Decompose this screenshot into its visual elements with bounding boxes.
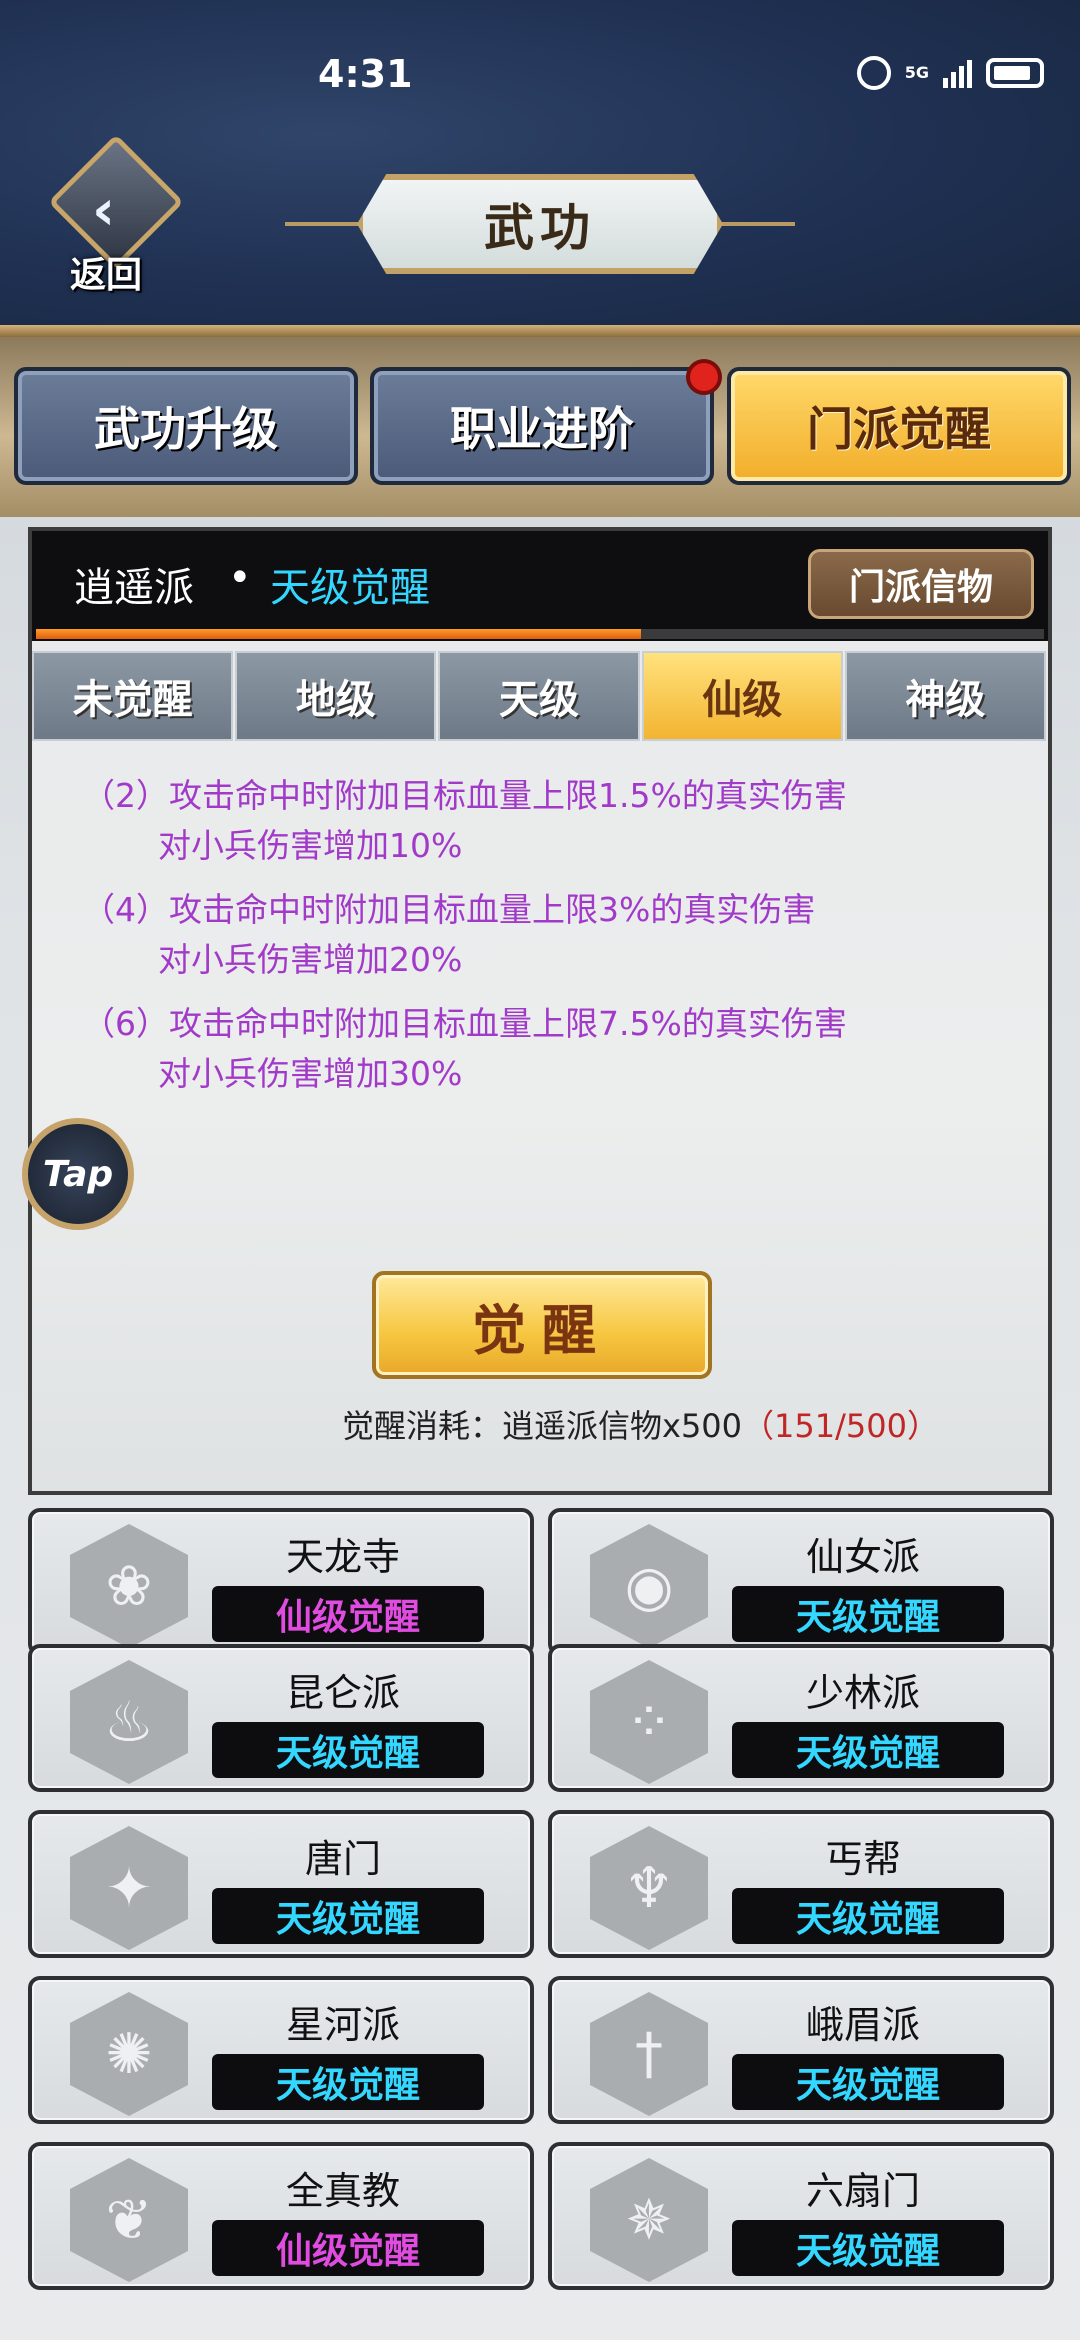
sect-awaken-level: 仙级觉醒 — [212, 2220, 484, 2276]
main-tabs: 武功升级 职业进阶 门派觉醒 — [0, 337, 1080, 517]
effect-sub: 对小兵伤害增加20% — [158, 940, 463, 979]
sect-awaken-level: 天级觉醒 — [212, 1722, 484, 1778]
awaken-button[interactable]: 觉醒 — [372, 1271, 712, 1379]
lotus-flame-icon: ❀ — [70, 1524, 188, 1648]
effect-sub: 对小兵伤害增加10% — [158, 826, 463, 865]
sect-awaken-level: 天级觉醒 — [212, 2054, 484, 2110]
sect-card[interactable]: ✺ 星河派 天级觉醒 — [28, 1976, 534, 2124]
tab-immortal-level[interactable]: 仙级 — [641, 651, 843, 741]
sect-awaken-level: 天级觉醒 — [732, 1888, 1004, 1944]
tab-label: 门派觉醒 — [807, 402, 991, 456]
tab-divine-level[interactable]: 神级 — [844, 651, 1047, 741]
cost-label: 觉醒消耗：逍遥派信物x500 — [342, 1407, 743, 1445]
sun-icon: ✺ — [70, 1992, 188, 2116]
relic-label: 门派信物 — [848, 566, 993, 608]
title-plate: 武功 — [357, 174, 723, 274]
effect-item: （6）攻击命中时附加目标血量上限7.5%的真实伤害 对小兵伤害增加30% — [82, 999, 1022, 1099]
current-sect: 逍遥派 — [74, 565, 194, 611]
tab-unawakened[interactable]: 未觉醒 — [32, 651, 234, 741]
effect-list: （2）攻击命中时附加目标血量上限1.5%的真实伤害 对小兵伤害增加10% （4）… — [82, 771, 1022, 1113]
tap-float-button[interactable]: Tap — [22, 1118, 134, 1230]
effect-item: （2）攻击命中时附加目标血量上限1.5%的真实伤害 对小兵伤害增加10% — [82, 771, 1022, 871]
current-awaken-level: 天级觉醒 — [270, 565, 430, 611]
level-tabs: 未觉醒 地级 天级 仙级 神级 — [32, 651, 1048, 741]
panel-header: 逍遥派 • 天级觉醒 门派信物 — [32, 531, 1048, 641]
prayer-beads-icon: ⁘ — [590, 1660, 708, 1784]
sect-name: 仙女派 — [805, 1535, 920, 1579]
notification-dot — [686, 359, 722, 395]
sect-name: 全真教 — [285, 2169, 400, 2213]
sect-awaken-level: 天级觉醒 — [732, 1586, 1004, 1642]
tab-sect-awaken[interactable]: 门派觉醒 — [727, 367, 1071, 485]
awaken-panel: 逍遥派 • 天级觉醒 门派信物 未觉醒 地级 天级 仙级 神级 （2）攻击命中时… — [28, 527, 1052, 1495]
sect-awaken-level: 仙级觉醒 — [212, 1586, 484, 1642]
effect-main: （2）攻击命中时附加目标血量上限1.5%的真实伤害 — [82, 776, 847, 815]
sword-icon: † — [590, 1992, 708, 2116]
effect-main: （4）攻击命中时附加目标血量上限3%的真实伤害 — [82, 890, 816, 929]
effect-sub: 对小兵伤害增加30% — [158, 1054, 463, 1093]
sect-name: 星河派 — [285, 2003, 400, 2047]
sect-card[interactable]: ◉ 仙女派 天级觉醒 — [548, 1508, 1054, 1656]
effect-item: （4）攻击命中时附加目标血量上限3%的真实伤害 对小兵伤害增加20% — [82, 885, 1022, 985]
network-label: 5G — [904, 63, 929, 82]
tab-heaven-level[interactable]: 天级 — [438, 651, 640, 741]
effect-main: （6）攻击命中时附加目标血量上限7.5%的真实伤害 — [82, 1004, 847, 1043]
sect-name: 唐门 — [304, 1837, 381, 1881]
sect-name: 昆仑派 — [285, 1671, 400, 1715]
eye-star-icon: ✵ — [590, 2158, 708, 2282]
status-icons: 5G — [856, 56, 1044, 90]
signal-icon — [943, 58, 972, 88]
eye-icon: ◉ — [590, 1524, 708, 1648]
awaken-progress-bar — [36, 629, 1044, 639]
awaken-cost: 觉醒消耗：逍遥派信物x500（151/500） — [342, 1401, 939, 1447]
battery-icon — [986, 58, 1044, 88]
sect-name: 丐帮 — [824, 1837, 901, 1881]
progress-fill — [36, 629, 641, 639]
tab-class-advance[interactable]: 职业进阶 — [370, 359, 722, 485]
sect-card[interactable]: ♨ 昆仑派 天级觉醒 — [28, 1644, 534, 1792]
sect-relic-button[interactable]: 门派信物 — [808, 549, 1034, 619]
tab-earth-level[interactable]: 地级 — [235, 651, 437, 741]
sect-card[interactable]: † 峨眉派 天级觉醒 — [548, 1976, 1054, 2124]
sect-card[interactable]: ⁘ 少林派 天级觉醒 — [548, 1644, 1054, 1792]
sect-card[interactable]: ✦ 唐门 天级觉醒 — [28, 1810, 534, 1958]
sect-card[interactable]: ❦ 全真教 仙级觉醒 — [28, 2142, 534, 2290]
top-header: 4:31 5G ‹ 返回 武功 — [0, 0, 1080, 337]
sect-awaken-level: 天级觉醒 — [732, 2220, 1004, 2276]
alarm-icon — [856, 56, 891, 90]
back-button[interactable]: ‹ 返回 — [44, 134, 184, 296]
back-label: 返回 — [70, 255, 143, 296]
dragon-icon: ♆ — [590, 1826, 708, 1950]
sect-awaken-level: 天级觉醒 — [732, 1722, 1004, 1778]
sect-name: 天龙寺 — [285, 1535, 400, 1579]
cost-count: （151/500） — [742, 1407, 939, 1445]
tab-label: 武功升级 — [94, 402, 278, 456]
sect-name: 六扇门 — [805, 2169, 920, 2213]
separator-dot: • — [228, 555, 252, 601]
sect-name: 峨眉派 — [805, 2003, 920, 2047]
tab-skill-upgrade[interactable]: 武功升级 — [14, 367, 358, 485]
chevron-left-icon: ‹ — [92, 178, 116, 243]
wing-icon: ❦ — [70, 2158, 188, 2282]
sect-card[interactable]: ♆ 丐帮 天级觉醒 — [548, 1810, 1054, 1958]
flame-icon: ♨ — [70, 1660, 188, 1784]
sect-awaken-level: 天级觉醒 — [732, 2054, 1004, 2110]
sect-awaken-level: 天级觉醒 — [212, 1888, 484, 1944]
tab-label: 职业进阶 — [450, 402, 634, 456]
sect-name: 少林派 — [805, 1671, 920, 1715]
sect-card[interactable]: ✵ 六扇门 天级觉醒 — [548, 2142, 1054, 2290]
page-title-plate: 武功 — [285, 170, 795, 280]
page-title: 武功 — [484, 198, 596, 257]
sect-card[interactable]: ❀ 天龙寺 仙级觉醒 — [28, 1508, 534, 1656]
status-time: 4:31 — [318, 52, 413, 96]
shuriken-icon: ✦ — [70, 1826, 188, 1950]
